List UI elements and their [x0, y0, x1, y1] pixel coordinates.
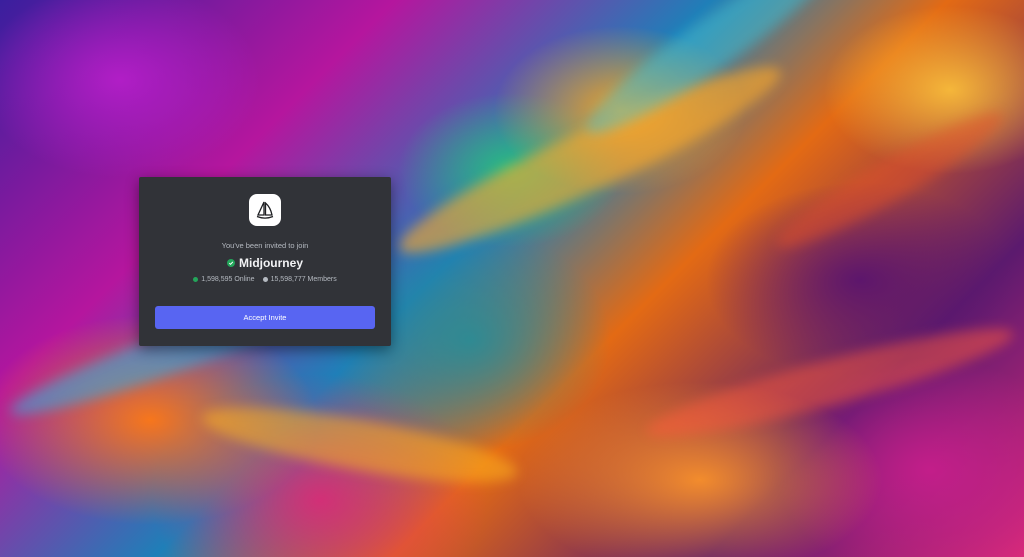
- swirl-decoration: [640, 311, 1020, 454]
- online-dot-icon: [193, 277, 199, 282]
- swirl-decoration: [386, 44, 794, 276]
- online-stat: 1,598,595 Online: [193, 276, 255, 283]
- accept-invite-button[interactable]: Accept Invite: [155, 306, 375, 329]
- server-name: Midjourney: [238, 256, 303, 270]
- members-dot-icon: [262, 277, 268, 282]
- member-count: 15,598,777 Members: [270, 276, 337, 283]
- online-count: 1,598,595 Online: [201, 276, 255, 283]
- sailboat-logo-icon: [256, 201, 274, 219]
- server-title-row: Midjourney: [139, 256, 391, 270]
- invite-card: You've been invited to join Midjourney 1…: [139, 177, 391, 346]
- server-avatar: [249, 194, 281, 226]
- verified-check-icon: [226, 259, 235, 267]
- swirl-decoration: [767, 97, 1013, 263]
- members-stat: 15,598,777 Members: [262, 276, 337, 283]
- swirl-decoration: [198, 392, 522, 498]
- invite-heading: You've been invited to join: [221, 241, 309, 250]
- server-stats: 1,598,595 Online 15,598,777 Members: [139, 276, 391, 283]
